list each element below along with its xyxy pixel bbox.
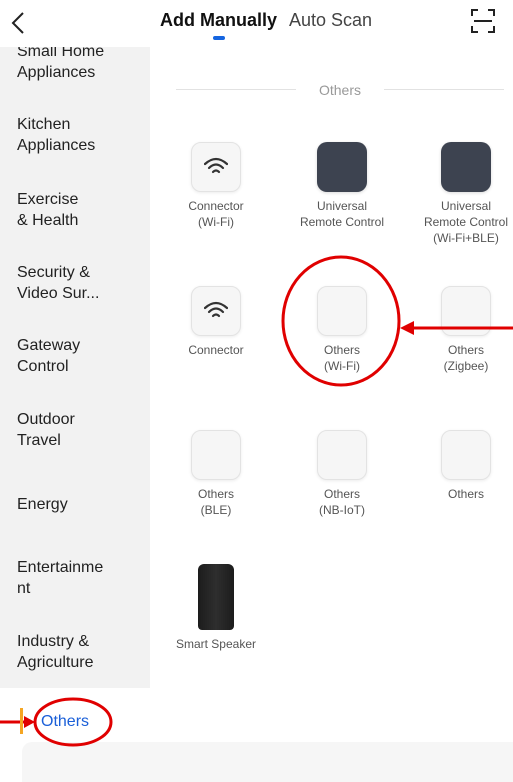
sidebar-item-others[interactable]: Others	[41, 713, 89, 731]
blank-tile	[441, 430, 491, 480]
device-tile	[191, 142, 241, 192]
blank-tile	[441, 286, 491, 336]
section-divider-left	[176, 89, 296, 90]
scan-button[interactable]	[470, 8, 496, 34]
device-name: Others (Wi-Fi)	[323, 343, 360, 373]
device-others-wifi[interactable]: Others (Wi-Fi)	[290, 286, 394, 374]
device-universal-remote-ble[interactable]: Universal Remote Control (Wi-Fi+BLE)	[414, 142, 513, 246]
selected-category-marker	[20, 708, 23, 734]
device-name: Universal Remote Control (Wi-Fi+BLE)	[423, 199, 509, 245]
sidebar-item-industry-agriculture[interactable]: Industry & Agriculture	[17, 631, 147, 673]
sidebar-item-exercise-health[interactable]: Exercise & Health	[17, 189, 147, 231]
sidebar-item-outdoor-travel[interactable]: Outdoor Travel	[17, 409, 147, 451]
sidebar-item-small-home-appliances[interactable]: Small Home Appliances	[17, 47, 147, 83]
scan-frame-icon	[471, 9, 495, 33]
blank-tile	[317, 286, 367, 336]
device-smart-speaker[interactable]: Smart Speaker	[164, 564, 268, 652]
sidebar-item-security-video[interactable]: Security & Video Sur...	[17, 262, 147, 304]
remote-dark-tile	[441, 142, 491, 192]
section-title: Others	[318, 82, 361, 98]
device-connector[interactable]: Connector	[164, 286, 268, 358]
device-name: Others (BLE)	[197, 487, 234, 517]
sidebar-item-energy[interactable]: Energy	[17, 494, 147, 515]
back-button[interactable]	[10, 6, 40, 40]
device-name: Smart Speaker	[175, 637, 257, 651]
device-tile	[191, 286, 241, 336]
speaker-icon	[198, 564, 234, 630]
sidebar-item-kitchen-appliances[interactable]: Kitchen Appliances	[17, 114, 147, 156]
wifi-icon	[204, 301, 228, 318]
active-tab-indicator	[213, 36, 225, 40]
device-name: Others	[447, 487, 484, 501]
pointer-arrowhead-left	[24, 716, 35, 728]
device-name: Connector	[188, 343, 244, 357]
device-connector-wifi[interactable]: Connector (Wi-Fi)	[164, 142, 268, 230]
device-others-zigbee[interactable]: Others (Zigbee)	[414, 286, 513, 374]
remote-dark-tile	[317, 142, 367, 192]
wifi-icon	[204, 157, 228, 174]
section-divider-right	[384, 89, 504, 90]
blank-tile	[191, 430, 241, 480]
bottom-panel	[22, 742, 513, 782]
device-name: Others (Zigbee)	[443, 343, 489, 373]
blank-tile	[317, 430, 367, 480]
chevron-left-icon	[11, 12, 24, 34]
top-bar: Add Manually Auto Scan	[0, 0, 513, 47]
device-others[interactable]: Others	[414, 430, 513, 502]
tab-add-manually[interactable]: Add Manually	[160, 10, 277, 31]
tab-auto-scan[interactable]: Auto Scan	[289, 10, 372, 31]
device-universal-remote[interactable]: Universal Remote Control	[290, 142, 394, 230]
device-name: Others (NB-IoT)	[319, 487, 365, 517]
pointer-arrowhead-right	[400, 321, 414, 335]
device-name: Universal Remote Control	[299, 199, 385, 229]
category-sidebar: Small Home Appliances Kitchen Appliances…	[0, 47, 150, 688]
sidebar-item-entertainment[interactable]: Entertainme nt	[17, 557, 147, 599]
device-others-nb-iot[interactable]: Others (NB-IoT)	[290, 430, 394, 518]
device-others-ble[interactable]: Others (BLE)	[164, 430, 268, 518]
sidebar-item-gateway-control[interactable]: Gateway Control	[17, 335, 147, 377]
device-name: Connector (Wi-Fi)	[188, 199, 244, 229]
